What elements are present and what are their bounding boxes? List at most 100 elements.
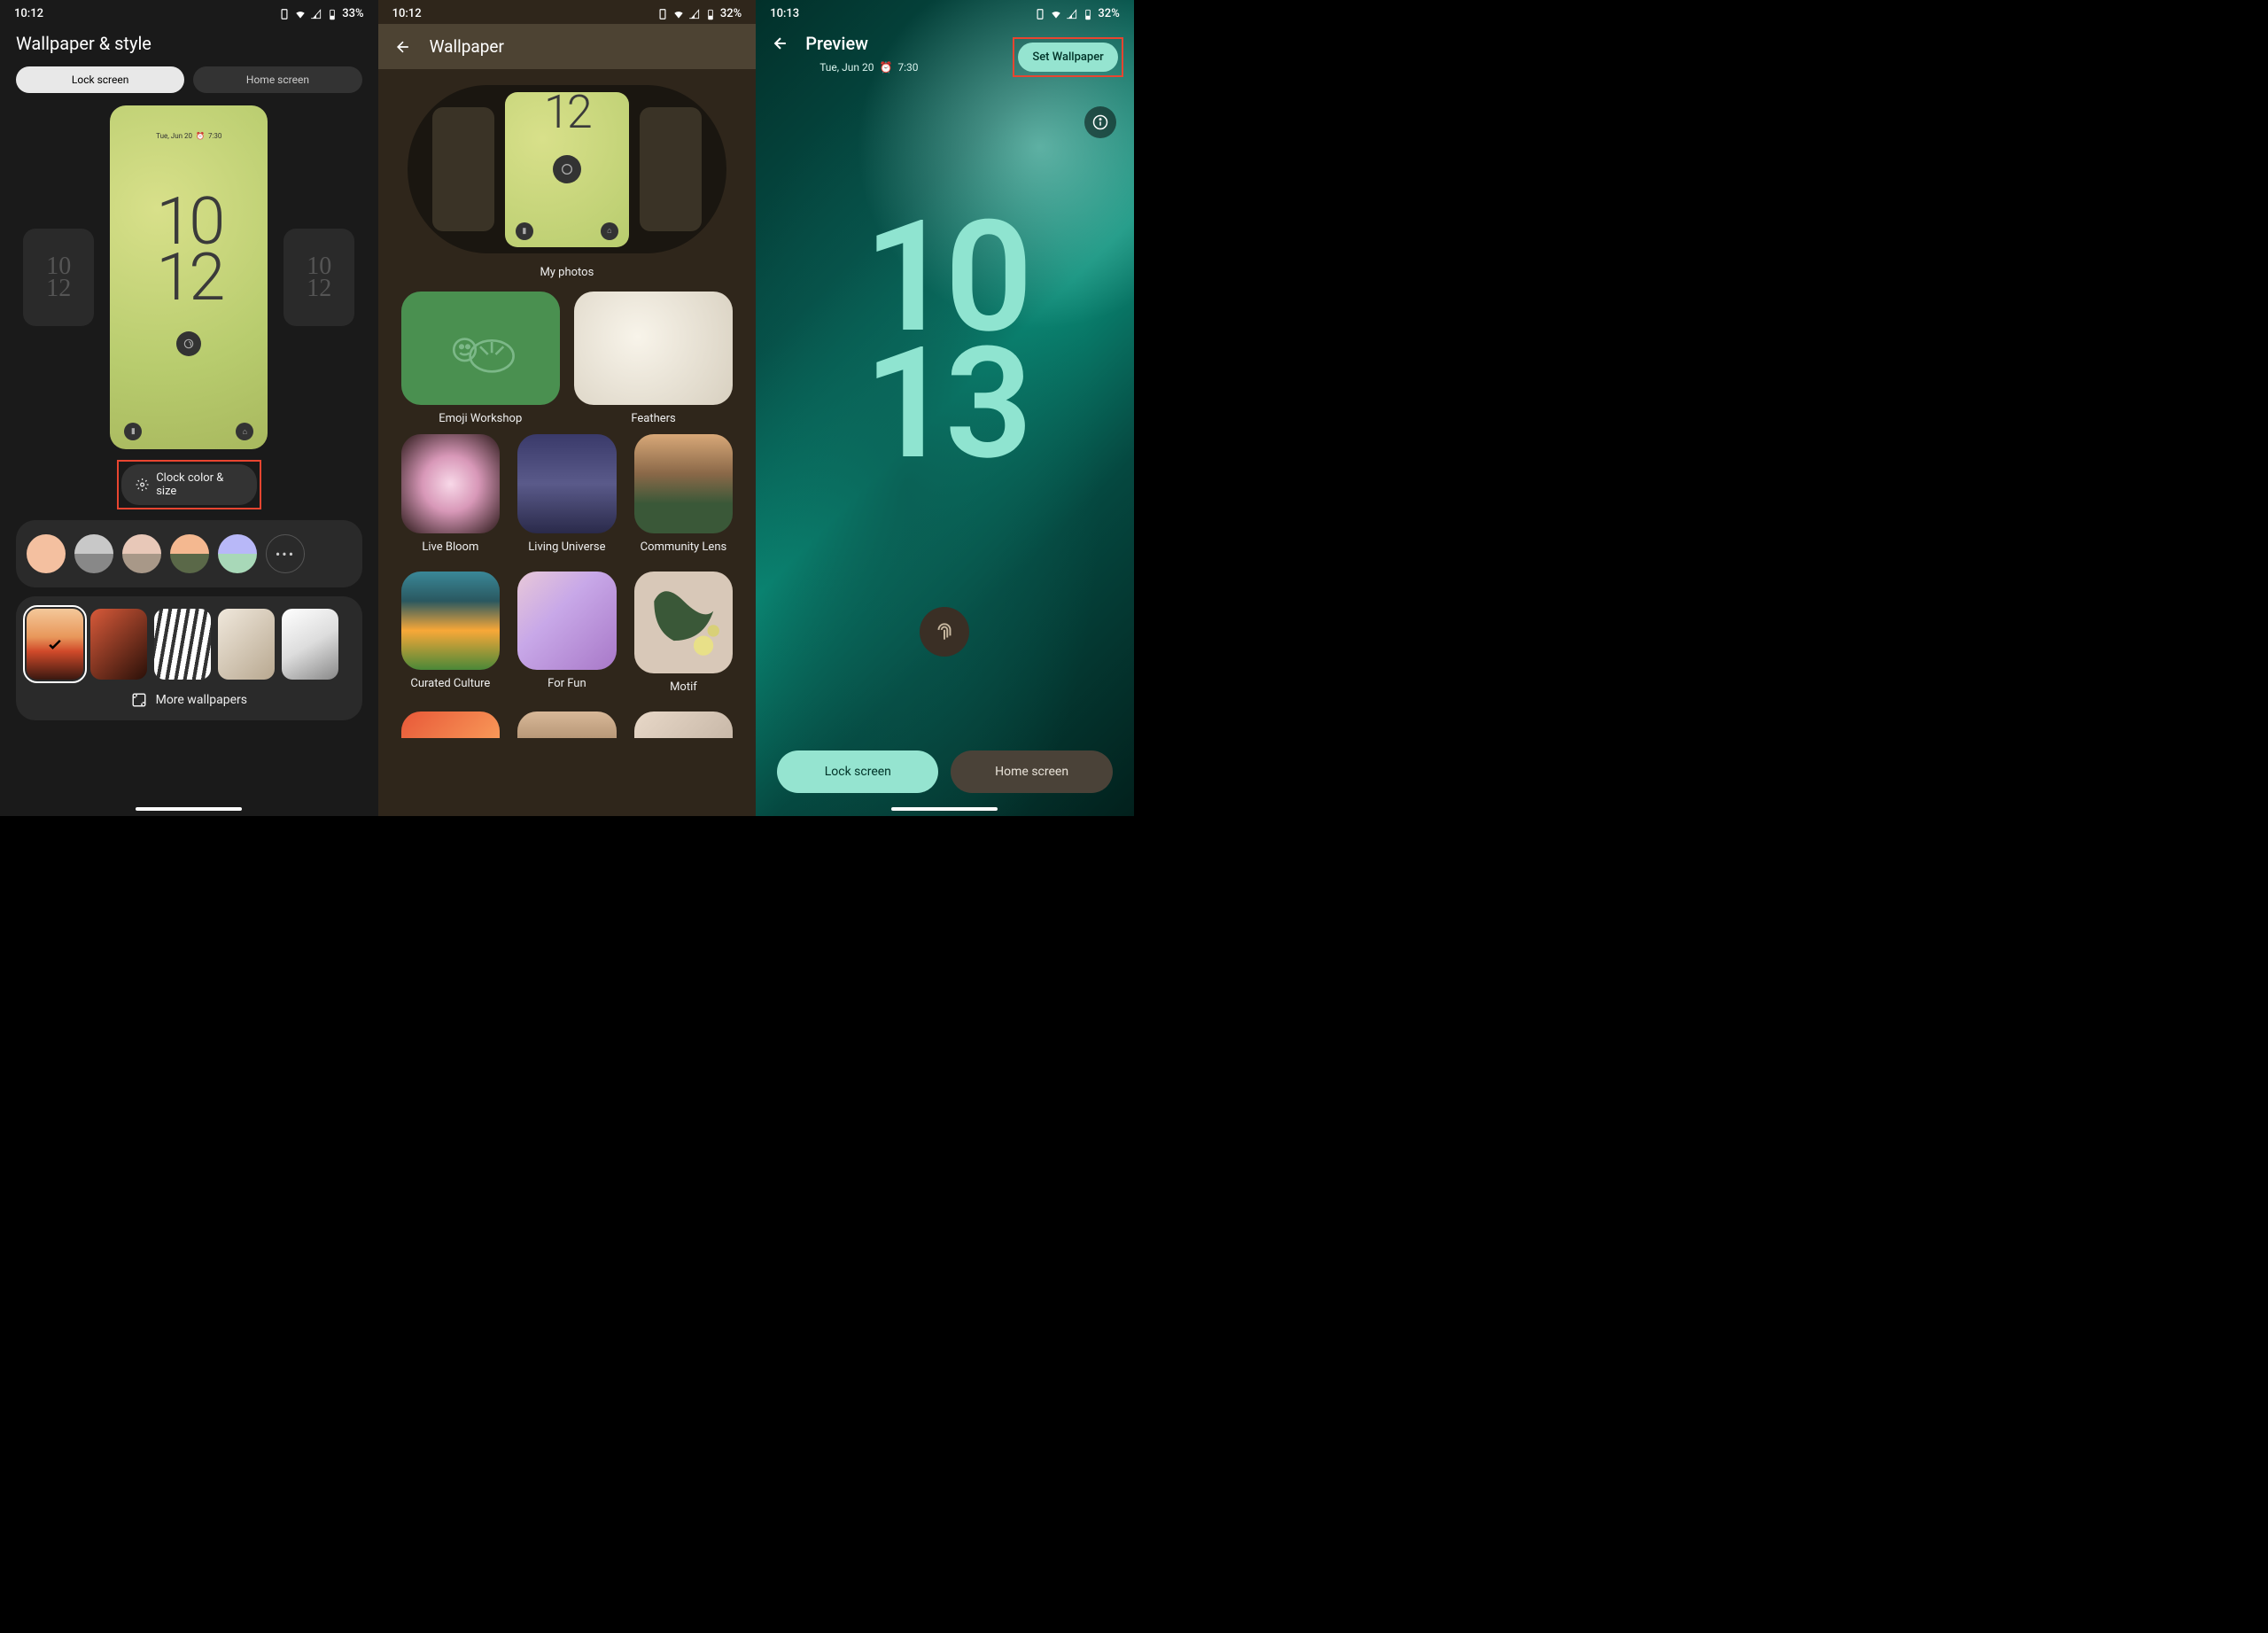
category-thumb xyxy=(517,712,617,738)
category-thumb xyxy=(517,434,617,533)
device-icon xyxy=(1034,8,1046,20)
battery-icon xyxy=(1082,8,1094,20)
alarm-icon: ⏰ xyxy=(196,132,205,140)
category-partial-1[interactable] xyxy=(401,712,501,738)
fingerprint-icon xyxy=(920,607,969,657)
category-grid-3col: Live Bloom Living Universe Community Len… xyxy=(378,434,757,738)
home-icon: ⌂ xyxy=(236,423,253,440)
wallpaper-thumb-4[interactable] xyxy=(282,609,338,680)
wallpaper-thumb-3[interactable] xyxy=(218,609,275,680)
battery-percent: 32% xyxy=(720,7,742,20)
more-wallpapers-button[interactable]: More wallpapers xyxy=(27,680,352,708)
category-curated-culture[interactable]: Curated Culture xyxy=(401,572,501,704)
category-feathers[interactable]: Feathers xyxy=(574,292,733,434)
clock-style-option-left[interactable]: 10 12 xyxy=(23,229,94,326)
back-button[interactable] xyxy=(394,38,412,56)
fingerprint-icon xyxy=(553,155,581,183)
wifi-icon xyxy=(1050,8,1062,20)
color-swatch-0[interactable] xyxy=(27,534,66,573)
preview-shortcuts: ▮ ⌂ xyxy=(110,423,268,440)
wallpaper-thumbs xyxy=(27,609,352,680)
category-emoji-workshop[interactable]: Emoji Workshop xyxy=(401,292,560,434)
motif-art xyxy=(634,572,734,671)
screen-tabs: Lock screen Home screen xyxy=(0,66,378,105)
category-thumb xyxy=(634,712,734,738)
status-time: 10:13 xyxy=(770,7,799,20)
category-thumb xyxy=(401,292,560,405)
category-partial-2[interactable] xyxy=(517,712,617,738)
wallpaper-thumb-2[interactable] xyxy=(154,609,211,680)
info-icon xyxy=(1092,114,1108,130)
color-swatch-4[interactable] xyxy=(218,534,257,573)
page-title: Wallpaper xyxy=(430,36,504,57)
status-icons: 32% xyxy=(1034,7,1119,20)
category-thumb xyxy=(401,572,501,671)
category-thumb xyxy=(634,572,734,674)
status-icons: 33% xyxy=(278,7,363,20)
turtle-icon xyxy=(440,317,520,379)
wallpaper-thumb-0[interactable] xyxy=(27,609,83,680)
category-thumb xyxy=(574,292,733,405)
gesture-bar[interactable] xyxy=(136,807,242,811)
category-live-bloom[interactable]: Live Bloom xyxy=(401,434,501,563)
category-motif[interactable]: Motif xyxy=(634,572,734,704)
wifi-icon xyxy=(672,8,685,20)
signal-icon xyxy=(310,8,322,20)
category-partial-3[interactable] xyxy=(634,712,734,738)
tab-home-screen[interactable]: Home screen xyxy=(951,750,1112,793)
preview-date: Tue, Jun 20 ⏰ 7:30 xyxy=(156,132,221,140)
device-icon xyxy=(278,8,291,20)
gesture-bar[interactable] xyxy=(891,807,998,811)
my-photos-preview[interactable]: 12 ▮ ⌂ xyxy=(408,85,726,253)
wifi-icon xyxy=(294,8,307,20)
category-community-lens[interactable]: Community Lens xyxy=(634,434,734,563)
tab-lock-screen[interactable]: Lock screen xyxy=(777,750,938,793)
home-icon: ⌂ xyxy=(601,222,618,240)
more-colors-button[interactable]: ••• xyxy=(266,534,305,573)
apply-tabs: Lock screen Home screen xyxy=(777,750,1113,793)
signal-icon xyxy=(688,8,701,20)
category-thumb xyxy=(401,712,501,738)
my-photos-side-right xyxy=(640,107,702,231)
tab-home-screen[interactable]: Home screen xyxy=(193,66,361,93)
category-grid-2col: Emoji Workshop Feathers xyxy=(378,292,757,434)
status-bar: 10:13 32% xyxy=(756,0,1134,24)
color-panel: ••• xyxy=(16,520,362,587)
wallpaper-panel: More wallpapers xyxy=(16,596,362,720)
flashlight-icon: ▮ xyxy=(124,423,142,440)
device-icon xyxy=(656,8,669,20)
battery-icon xyxy=(326,8,338,20)
clock-style-option-right[interactable]: 10 12 xyxy=(284,229,354,326)
category-living-universe[interactable]: Living Universe xyxy=(517,434,617,563)
battery-percent: 33% xyxy=(342,7,363,20)
flashlight-icon: ▮ xyxy=(516,222,533,240)
lock-screen-preview[interactable]: Tue, Jun 20 ⏰ 7:30 10 12 ▮ ⌂ xyxy=(110,105,268,449)
phone-preview: 10:13 32% Preview Set Wallpaper Tue, Jun… xyxy=(756,0,1134,816)
category-for-fun[interactable]: For Fun xyxy=(517,572,617,704)
info-button[interactable] xyxy=(1084,106,1116,138)
preview-row: 10 12 Tue, Jun 20 ⏰ 7:30 10 12 ▮ ⌂ 10 12 xyxy=(0,105,378,456)
header: Wallpaper xyxy=(378,24,757,69)
battery-icon xyxy=(704,8,717,20)
tab-lock-screen[interactable]: Lock screen xyxy=(16,66,184,93)
my-photos-center: 12 ▮ ⌂ xyxy=(505,92,629,247)
status-time: 10:12 xyxy=(14,7,43,20)
color-swatch-3[interactable] xyxy=(170,534,209,573)
color-swatch-2[interactable] xyxy=(122,534,161,573)
clock-color-size-button[interactable]: Clock color & size xyxy=(121,464,257,505)
my-photos-label: My photos xyxy=(378,259,757,292)
alarm-icon: ⏰ xyxy=(879,61,892,74)
wallpaper-icon xyxy=(131,692,147,708)
fingerprint-icon xyxy=(176,331,201,356)
category-thumb xyxy=(634,434,734,533)
wallpaper-thumb-1[interactable] xyxy=(90,609,147,680)
page-title: Wallpaper & style xyxy=(0,24,378,66)
status-bar: 10:12 32% xyxy=(378,0,757,24)
preview-clock: 10 12 xyxy=(156,195,221,307)
color-swatch-1[interactable] xyxy=(74,534,113,573)
back-button[interactable] xyxy=(772,35,789,52)
preview-date: Tue, Jun 20 ⏰ 7:30 xyxy=(756,61,1134,74)
preview-clock: 10 13 xyxy=(756,215,1134,468)
header: Preview xyxy=(756,24,1134,63)
status-bar: 10:12 33% xyxy=(0,0,378,24)
